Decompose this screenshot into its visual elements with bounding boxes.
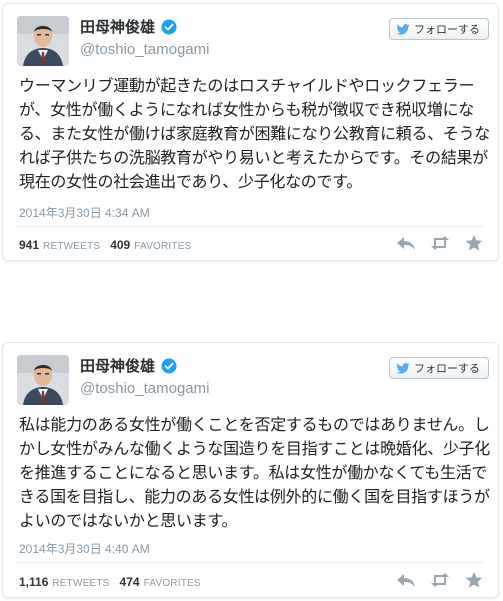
verified-badge-icon [161,358,177,374]
avatar[interactable] [17,16,69,66]
retweet-count: 941 [19,238,40,252]
tweet-text: ウーマンリブ運動が起きたのはロスチャイルドやロックフェラーが、女性が働くようにな… [19,76,491,191]
user-handle[interactable]: @toshio_tamogami [80,41,209,58]
tweet-actions [396,571,484,589]
twitter-bird-icon [396,23,410,35]
tweet-stats: 1,116 RETWEETS 474 FAVORITES [19,575,201,589]
favorite-stat[interactable]: 409 FAVORITES [110,238,191,252]
reply-icon[interactable] [396,234,416,252]
retweet-stat[interactable]: 941 RETWEETS [19,238,100,252]
favorite-count: 409 [110,238,131,252]
retweet-stat[interactable]: 1,116 RETWEETS [19,575,110,589]
favorite-stat[interactable]: 474 FAVORITES [120,575,201,589]
tweet-card: 田母神俊雄 @toshio_tamogami フォローする 私は能力のある女性が… [2,342,499,598]
tweet-timestamp[interactable]: 2014年3月30日 4:34 AM [19,204,150,221]
star-icon[interactable] [464,571,484,589]
divider [17,562,484,563]
tweet-stats: 941 RETWEETS 409 FAVORITES [19,238,191,252]
tweet-card: 田母神俊雄 @toshio_tamogami フォローする ウーマンリブ運動が起… [2,3,499,261]
favorite-count: 474 [119,575,140,589]
tweet-text: 私は能力のある女性が働くことを否定するものではありません。しかし女性がみんな働く… [19,415,491,530]
display-name[interactable]: 田母神俊雄 [80,16,155,37]
follow-button[interactable]: フォローする [389,357,489,379]
follow-button[interactable]: フォローする [389,18,489,40]
verified-badge-icon [161,19,177,35]
user-handle[interactable]: @toshio_tamogami [80,380,209,397]
display-name[interactable]: 田母神俊雄 [80,355,155,376]
tweet-actions [396,234,484,252]
tweet-timestamp[interactable]: 2014年3月30日 4:40 AM [19,540,150,557]
retweet-label: RETWEETS [52,578,110,589]
divider [17,226,484,227]
follow-button-label: フォローする [414,23,480,36]
retweet-icon[interactable] [430,571,450,589]
retweet-count: 1,116 [19,575,49,589]
reply-icon[interactable] [396,571,416,589]
follow-button-label: フォローする [414,362,480,375]
retweet-label: RETWEETS [43,241,101,252]
avatar[interactable] [17,355,69,405]
star-icon[interactable] [464,234,484,252]
twitter-bird-icon [396,362,410,374]
retweet-icon[interactable] [430,234,450,252]
favorite-label: FAVORITES [134,241,192,252]
favorite-label: FAVORITES [143,578,201,589]
